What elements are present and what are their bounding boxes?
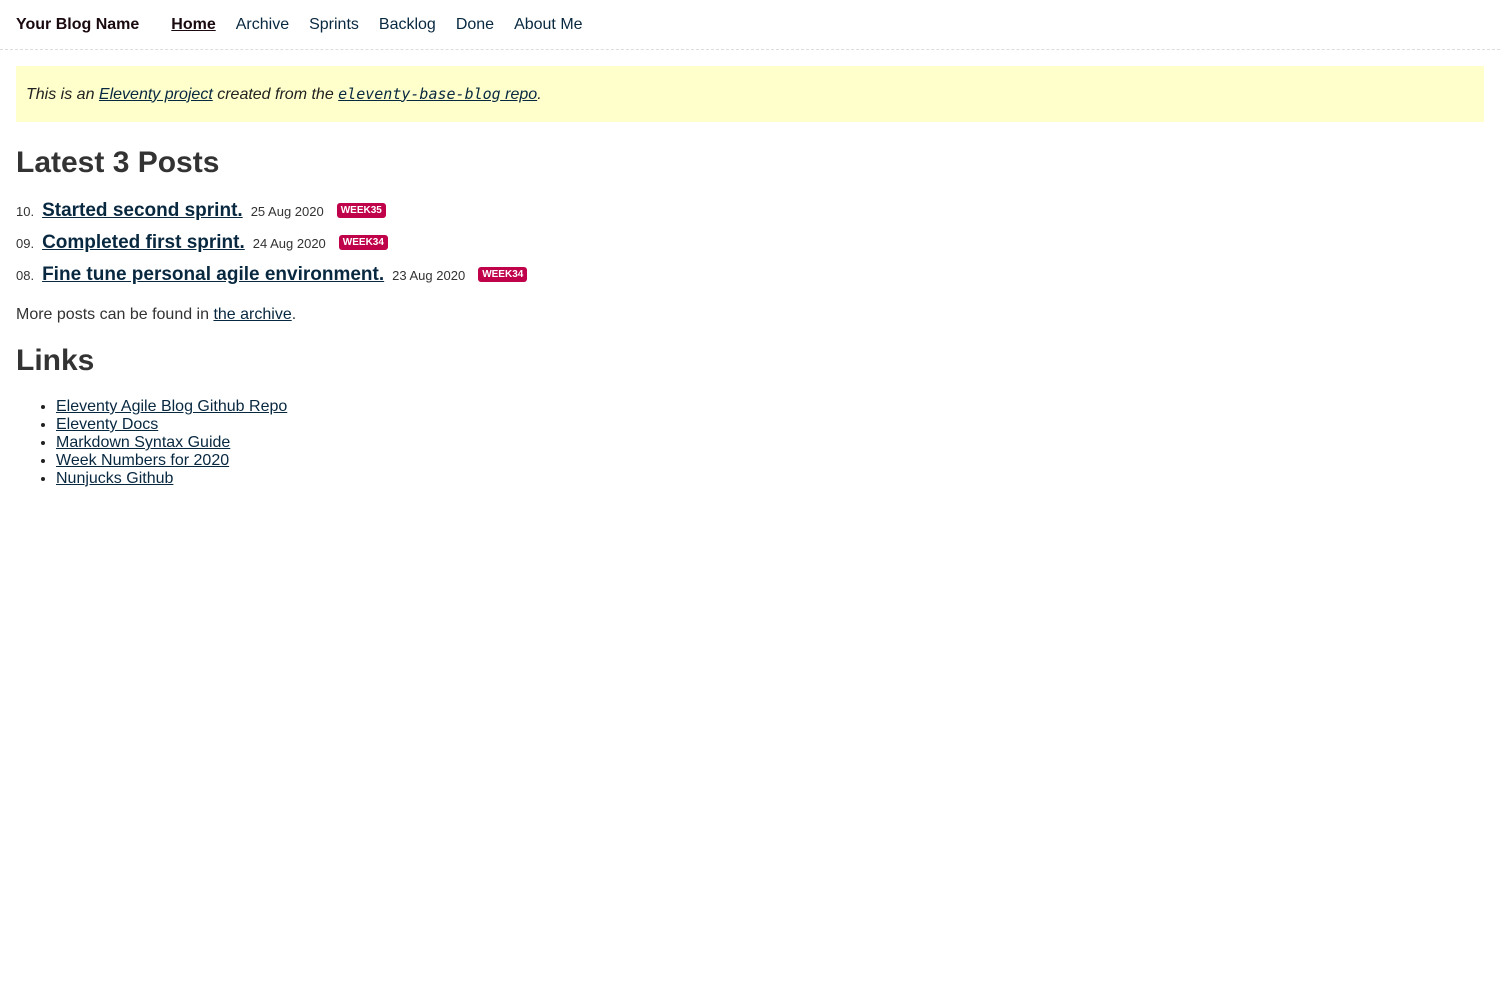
post-date: 23 Aug 2020 (392, 268, 466, 283)
repo-suffix: repo (500, 85, 538, 103)
post-item: 08. Fine tune personal agile environment… (16, 264, 1484, 290)
post-item: 10. Started second sprint. 25 Aug 2020 W… (16, 200, 1484, 226)
post-list: 10. Started second sprint. 25 Aug 2020 W… (16, 200, 1484, 290)
nav-item-done: Done (456, 16, 494, 34)
list-item: Eleventy Docs (56, 416, 1484, 434)
more-end: . (291, 306, 297, 323)
post-title-link[interactable]: Started second sprint. (42, 200, 243, 222)
post-date: 24 Aug 2020 (252, 236, 326, 251)
post-tag[interactable]: WEEK35 (336, 203, 386, 218)
list-item: Markdown Syntax Guide (56, 434, 1484, 452)
link-github-repo[interactable]: Eleventy Agile Blog Github Repo (56, 398, 287, 415)
nav-link-home[interactable]: Home (171, 16, 215, 33)
site-name-link[interactable]: Your Blog Name (16, 16, 139, 34)
repo-code: eleventy-base-blog (338, 84, 501, 103)
warning-middle: created from the (212, 85, 339, 103)
site-header: Your Blog Name Home Archive Sprints Back… (0, 0, 1500, 50)
post-number: 10. (16, 204, 35, 219)
warning-banner: This is an Eleventy project created from… (16, 66, 1484, 122)
post-tag[interactable]: WEEK34 (338, 235, 388, 250)
more-posts-text: More posts can be found in the archive. (16, 306, 1484, 324)
nav-item-home: Home (171, 16, 215, 34)
main-nav: Home Archive Sprints Backlog Done About … (171, 16, 602, 34)
link-eleventy-docs[interactable]: Eleventy Docs (56, 416, 158, 433)
links-heading: Links (16, 344, 95, 377)
warning-text: This is an Eleventy project created from… (26, 85, 542, 104)
nav-item-sprints: Sprints (309, 16, 359, 34)
base-blog-repo-link[interactable]: eleventy-base-blog repo (338, 84, 538, 103)
nav-item-about: About Me (514, 16, 582, 34)
post-tag[interactable]: WEEK34 (478, 267, 528, 282)
nav-link-archive[interactable]: Archive (236, 16, 289, 33)
nav-item-archive: Archive (236, 16, 289, 34)
warning-prefix: This is an (26, 85, 99, 103)
post-number: 09. (16, 236, 35, 251)
more-prefix: More posts can be found in (16, 306, 214, 323)
latest-posts-heading: Latest 3 Posts (16, 146, 220, 179)
nav-link-about[interactable]: About Me (514, 16, 582, 33)
archive-link[interactable]: the archive (213, 306, 291, 323)
post-title-link[interactable]: Completed first sprint. (42, 232, 245, 254)
links-list: Eleventy Agile Blog Github Repo Eleventy… (16, 398, 1484, 488)
list-item: Nunjucks Github (56, 470, 1484, 488)
main-content: This is an Eleventy project created from… (0, 66, 1500, 488)
post-title-link[interactable]: Fine tune personal agile environment. (42, 264, 384, 286)
eleventy-project-link[interactable]: Eleventy project (99, 86, 213, 103)
list-item: Week Numbers for 2020 (56, 452, 1484, 470)
warning-end: . (537, 85, 542, 103)
list-item: Eleventy Agile Blog Github Repo (56, 398, 1484, 416)
link-markdown-guide[interactable]: Markdown Syntax Guide (56, 434, 230, 451)
post-date: 25 Aug 2020 (250, 204, 324, 219)
link-nunjucks-github[interactable]: Nunjucks Github (56, 470, 173, 487)
post-number: 08. (16, 268, 35, 283)
nav-link-backlog[interactable]: Backlog (379, 16, 436, 33)
nav-item-backlog: Backlog (379, 16, 436, 34)
link-week-numbers[interactable]: Week Numbers for 2020 (56, 452, 229, 469)
post-item: 09. Completed first sprint. 24 Aug 2020 … (16, 232, 1484, 258)
nav-link-done[interactable]: Done (456, 16, 494, 33)
nav-link-sprints[interactable]: Sprints (309, 16, 359, 33)
